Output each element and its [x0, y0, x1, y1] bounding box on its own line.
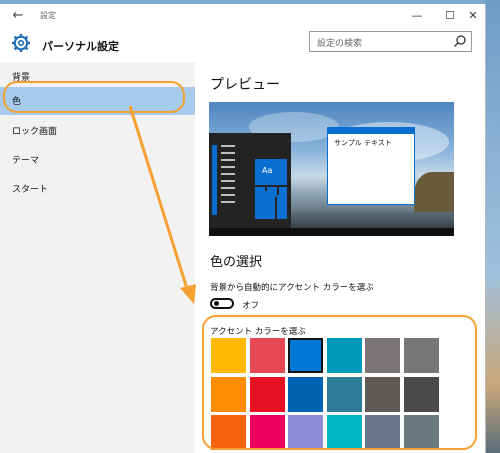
- accent-swatch[interactable]: [403, 415, 439, 450]
- page-header: パーソナル設定 設定の検索: [0, 28, 485, 62]
- preview-tile-label: Aa: [262, 166, 273, 175]
- back-button[interactable]: ←: [10, 8, 26, 24]
- page-title: パーソナル設定: [42, 40, 119, 53]
- sidebar-item-label: スタート: [12, 185, 49, 195]
- accent-swatch[interactable]: [288, 338, 323, 373]
- search-input[interactable]: 設定の検索: [309, 31, 472, 52]
- accent-color-label: アクセント カラーを選ぶ: [210, 327, 306, 337]
- preview-tile: Aa: [255, 159, 287, 185]
- auto-accent-label: 背景から自動的にアクセント カラーを選ぶ: [210, 283, 374, 293]
- accent-swatch[interactable]: [211, 338, 246, 373]
- sidebar-item-label: テーマ: [12, 156, 40, 166]
- auto-accent-toggle[interactable]: [210, 298, 234, 309]
- preview-sample-text: サンプル テキスト: [334, 139, 392, 147]
- preview-taskbar: [209, 228, 454, 236]
- desktop-background: [485, 0, 500, 453]
- sidebar-item-color[interactable]: 色: [0, 87, 195, 115]
- accent-swatch[interactable]: [403, 338, 439, 373]
- sidebar-item-lock-screen[interactable]: ロック画面: [0, 117, 195, 145]
- settings-window: ← 設定 — ☐ ✕ パーソナル設定 設定の検索 背景 色 ロック画面 テーマ …: [0, 4, 485, 453]
- theme-preview: Aa サンプル テキスト: [209, 102, 454, 236]
- accent-swatch[interactable]: [249, 415, 285, 450]
- accent-swatch[interactable]: [249, 338, 285, 373]
- accent-swatch[interactable]: [365, 338, 400, 373]
- toggle-state-label: オフ: [242, 301, 260, 311]
- main-content: プレビュー Aa サンプル テキスト 色の選択 背景から自動的にアクセント カラ…: [195, 62, 485, 453]
- maximize-button[interactable]: ☐: [438, 6, 462, 26]
- sidebar-item-label: 色: [12, 97, 22, 107]
- preview-sample-window: サンプル テキスト: [327, 127, 415, 205]
- accent-swatch[interactable]: [326, 338, 362, 373]
- accent-swatch[interactable]: [365, 376, 400, 412]
- accent-swatch[interactable]: [211, 415, 246, 450]
- toggle-knob: [214, 301, 219, 306]
- accent-swatch[interactable]: [211, 376, 246, 412]
- accent-swatch[interactable]: [403, 376, 439, 412]
- accent-swatch[interactable]: [326, 376, 362, 412]
- close-button[interactable]: ✕: [461, 6, 485, 26]
- preview-start-menu: Aa: [209, 133, 291, 236]
- sidebar-item-label: 背景: [12, 73, 31, 83]
- sidebar: 背景 色 ロック画面 テーマ スタート: [0, 62, 195, 453]
- sidebar-item-label: ロック画面: [12, 127, 58, 137]
- preview-sample-titlebar: [328, 128, 414, 134]
- sidebar-item-theme[interactable]: テーマ: [0, 146, 195, 174]
- gear-icon: [12, 34, 30, 52]
- preview-start-accent-strip: [212, 145, 217, 215]
- color-section-heading: 色の選択: [210, 255, 263, 270]
- search-placeholder: 設定の検索: [317, 39, 363, 49]
- accent-swatch[interactable]: [326, 415, 362, 450]
- minimize-button[interactable]: —: [405, 6, 429, 26]
- accent-swatch[interactable]: [365, 415, 400, 450]
- preview-start-list: [221, 145, 235, 208]
- title-bar: ← 設定 — ☐ ✕: [0, 4, 485, 28]
- accent-swatch[interactable]: [288, 376, 323, 412]
- preview-heading: プレビュー: [210, 77, 280, 93]
- search-icon[interactable]: [453, 34, 467, 48]
- preview-tile: [255, 191, 275, 219]
- window-title: 設定: [40, 11, 56, 20]
- accent-swatch[interactable]: [249, 376, 285, 412]
- preview-tile: [277, 195, 287, 219]
- accent-swatch[interactable]: [288, 415, 323, 450]
- sidebar-item-start[interactable]: スタート: [0, 175, 195, 203]
